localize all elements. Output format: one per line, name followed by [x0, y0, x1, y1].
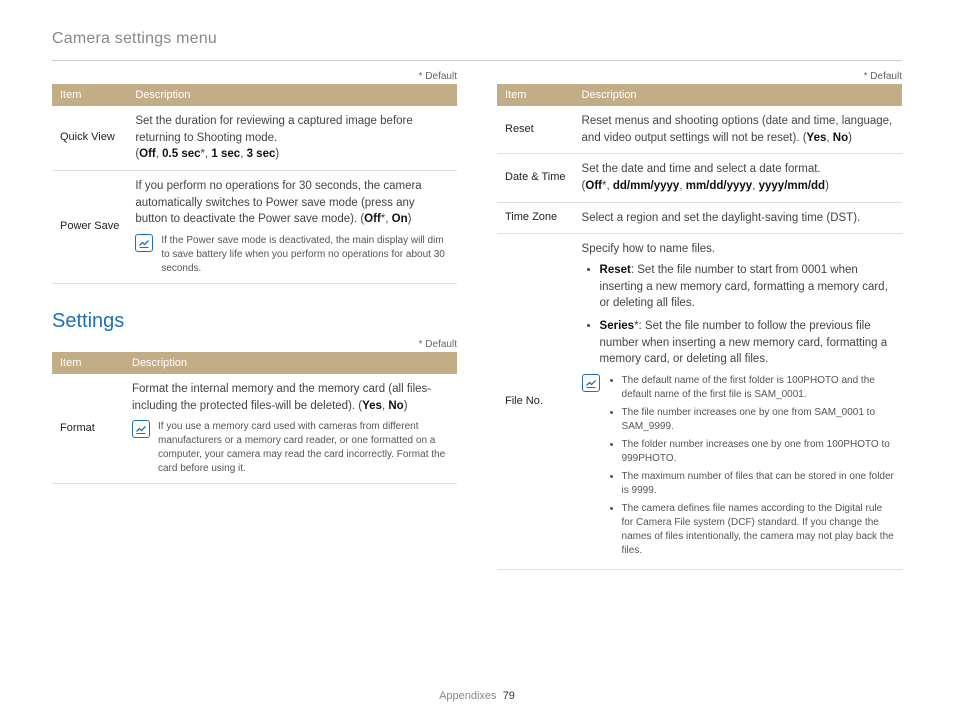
- th-item: Item: [497, 84, 574, 106]
- note: If you use a memory card used with camer…: [132, 420, 449, 476]
- note: If the Power save mode is deactivated, t…: [135, 234, 449, 276]
- note-icon: [132, 420, 150, 438]
- th-item: Item: [52, 352, 124, 374]
- default-note: * Default: [497, 71, 902, 82]
- footer-section: Appendixes: [439, 690, 497, 702]
- item-file-no: File No.: [497, 234, 574, 570]
- section-title-settings: Settings: [52, 310, 457, 333]
- note-text: If you use a memory card used with camer…: [158, 420, 449, 476]
- desc-time-zone: Select a region and set the daylight-sav…: [574, 202, 902, 234]
- desc-quick-view: Set the duration for reviewing a capture…: [127, 106, 457, 171]
- table-row: Date & Time Set the date and time and se…: [497, 154, 902, 202]
- desc-file-no: Specify how to name files. Reset: Set th…: [574, 234, 902, 570]
- table-header-row: Item Description: [52, 84, 457, 106]
- desc-date-time: Set the date and time and select a date …: [574, 154, 902, 202]
- table-row: Quick View Set the duration for reviewin…: [52, 106, 457, 171]
- table-header-row: Item Description: [52, 352, 457, 374]
- table-row: Format Format the internal memory and th…: [52, 374, 457, 484]
- table-header-row: Item Description: [497, 84, 902, 106]
- note: The default name of the first folder is …: [582, 374, 894, 562]
- table-top: Item Description Quick View Set the dura…: [52, 84, 457, 284]
- note-list: The default name of the first folder is …: [608, 374, 894, 558]
- page: Camera settings menu * Default Item Desc…: [0, 0, 954, 590]
- desc-format: Format the internal memory and the memor…: [124, 374, 457, 484]
- note-item: The maximum number of files that can be …: [622, 470, 894, 498]
- note-text: If the Power save mode is deactivated, t…: [161, 234, 449, 276]
- table-settings: Item Description Format Format the inter…: [52, 352, 457, 484]
- left-column: * Default Item Description Quick View Se…: [52, 71, 457, 570]
- item-reset: Reset: [497, 106, 574, 154]
- item-format: Format: [52, 374, 124, 484]
- table-row: Power Save If you perform no operations …: [52, 171, 457, 284]
- table-row: Time Zone Select a region and set the da…: [497, 202, 902, 234]
- th-description: Description: [127, 84, 457, 106]
- note-item: The file number increases one by one fro…: [622, 406, 894, 434]
- divider: [52, 60, 902, 61]
- table-row: File No. Specify how to name files. Rese…: [497, 234, 902, 570]
- note-item: The camera defines file names according …: [622, 502, 894, 558]
- default-note: * Default: [52, 339, 457, 350]
- default-note: * Default: [52, 71, 457, 82]
- table-right: Item Description Reset Reset menus and s…: [497, 84, 902, 570]
- item-quick-view: Quick View: [52, 106, 127, 171]
- item-power-save: Power Save: [52, 171, 127, 284]
- table-row: Reset Reset menus and shooting options (…: [497, 106, 902, 154]
- th-description: Description: [124, 352, 457, 374]
- footer: Appendixes 79: [0, 690, 954, 702]
- desc-power-save: If you perform no operations for 30 seco…: [127, 171, 457, 284]
- note-item: The default name of the first folder is …: [622, 374, 894, 402]
- page-number: 79: [503, 690, 515, 702]
- note-icon: [582, 374, 600, 392]
- list-file-no: Reset: Set the file number to start from…: [582, 262, 894, 368]
- th-item: Item: [52, 84, 127, 106]
- note-item: The folder number increases one by one f…: [622, 438, 894, 466]
- columns: * Default Item Description Quick View Se…: [52, 71, 902, 570]
- right-column: * Default Item Description Reset Reset m…: [497, 71, 902, 570]
- list-item: Reset: Set the file number to start from…: [600, 262, 894, 312]
- note-icon: [135, 234, 153, 252]
- desc-reset: Reset menus and shooting options (date a…: [574, 106, 902, 154]
- page-title: Camera settings menu: [52, 30, 902, 48]
- item-date-time: Date & Time: [497, 154, 574, 202]
- list-item: Series*: Set the file number to follow t…: [600, 318, 894, 368]
- item-time-zone: Time Zone: [497, 202, 574, 234]
- th-description: Description: [574, 84, 902, 106]
